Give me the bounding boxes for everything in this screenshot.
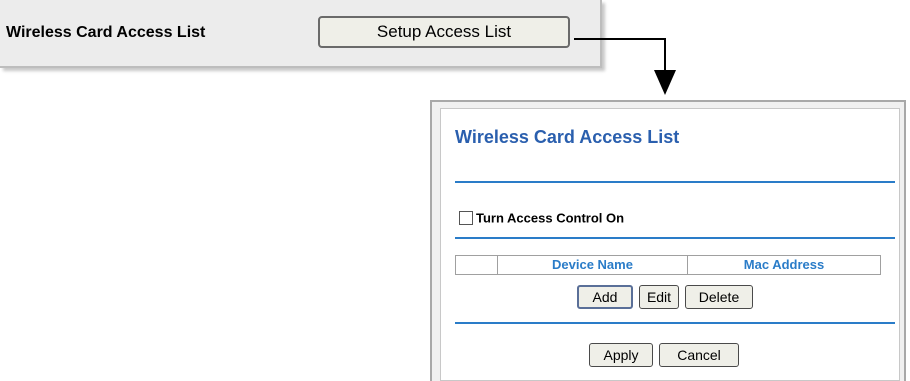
- dialog-content: Wireless Card Access List Turn Access Co…: [440, 108, 900, 381]
- delete-button[interactable]: Delete: [685, 285, 753, 309]
- divider: [455, 237, 895, 239]
- access-control-label: Turn Access Control On: [476, 210, 625, 226]
- device-table: Device Name Mac Address: [455, 255, 881, 275]
- cancel-button[interactable]: Cancel: [659, 343, 739, 367]
- table-header-device-name: Device Name: [498, 256, 688, 274]
- access-control-checkbox[interactable]: [459, 210, 473, 225]
- access-list-dialog: Wireless Card Access List Turn Access Co…: [430, 100, 906, 381]
- dialog-title: Wireless Card Access List: [455, 127, 680, 147]
- table-header-select: [456, 256, 498, 274]
- add-button[interactable]: Add: [577, 285, 633, 309]
- table-header-mac-address: Mac Address: [743, 257, 825, 272]
- edit-button[interactable]: Edit: [639, 285, 679, 309]
- access-control-row: Turn Access Control On: [459, 209, 624, 227]
- divider: [455, 322, 895, 324]
- divider: [455, 181, 895, 183]
- apply-button[interactable]: Apply: [589, 343, 653, 367]
